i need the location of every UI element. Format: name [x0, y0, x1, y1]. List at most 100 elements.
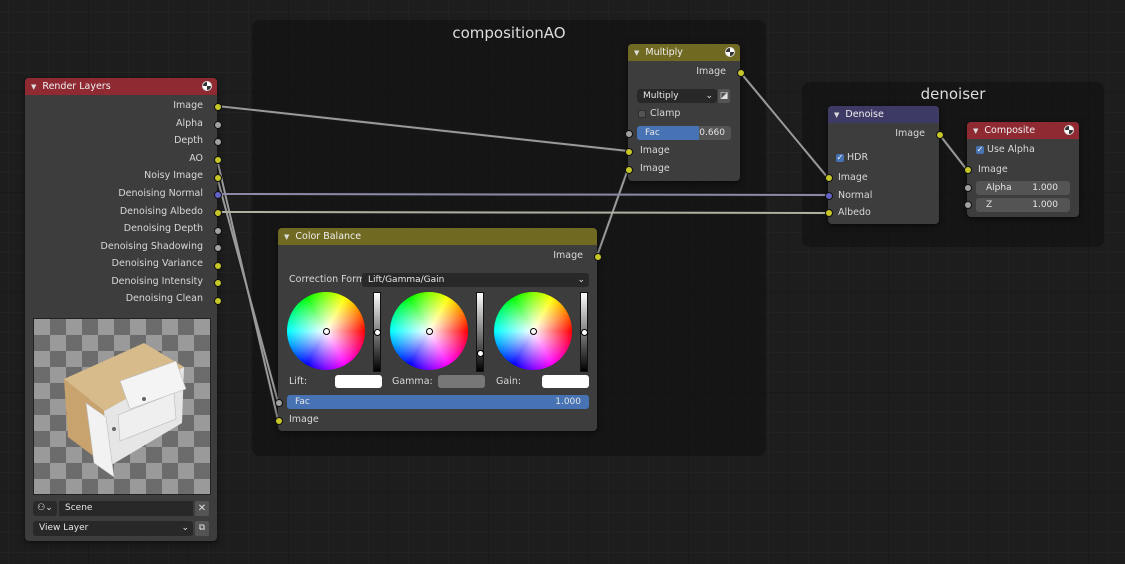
node-title: Render Layers — [42, 81, 111, 92]
hdr-checkbox[interactable]: ✓ — [836, 154, 844, 162]
socket-denoise-image-out[interactable] — [936, 131, 944, 139]
socket-denoising-normal-out[interactable] — [214, 191, 222, 199]
frame-title: denoiser — [920, 85, 986, 103]
scene-icon[interactable]: ⚇⌄ — [33, 501, 57, 516]
collapse-icon[interactable]: ▼ — [31, 83, 36, 91]
scene-field[interactable]: Scene — [59, 501, 193, 516]
multiply-header[interactable]: ▼ Multiply — [628, 44, 740, 61]
use-alpha-toggle-icon[interactable]: ◪ — [718, 89, 730, 103]
socket-denoising-variance-out[interactable] — [214, 262, 222, 270]
socket-color-balance-image-out[interactable] — [594, 253, 602, 261]
alpha-field[interactable]: Alpha 1.000 — [976, 181, 1070, 195]
alpha-value: 1.000 — [1032, 183, 1058, 193]
correction-formula-dropdown[interactable]: Lift/Gamma/Gain ⌄ — [362, 273, 589, 287]
output-denoising-depth-label: Denoising Depth — [123, 223, 203, 234]
socket-denoise-image-in[interactable] — [825, 174, 833, 182]
fac-slider[interactable]: Fac 0.660 — [637, 126, 731, 140]
output-denoising-variance-label: Denoising Variance — [111, 258, 203, 269]
socket-composite-alpha-in[interactable] — [964, 184, 972, 192]
composite-node[interactable]: ▼ Composite ✓ Use Alpha Image Alpha 1.00… — [967, 122, 1079, 217]
z-field[interactable]: Z 1.000 — [976, 198, 1070, 212]
gain-color-swatch[interactable] — [542, 375, 589, 388]
hdr-label: HDR — [847, 152, 869, 163]
gamma-wheel-cursor[interactable] — [426, 328, 433, 335]
lift-label: Lift: — [289, 376, 308, 387]
use-alpha-checkbox[interactable]: ✓ — [976, 146, 984, 154]
socket-multiply-image-2-in[interactable] — [625, 166, 633, 174]
socket-denoise-normal-in[interactable] — [825, 192, 833, 200]
blend-mode-dropdown[interactable]: Multiply ⌄ — [637, 89, 717, 103]
multiply-node[interactable]: ▼ Multiply Image Multiply ⌄ ◪ Clamp Fac … — [628, 44, 740, 181]
socket-denoising-depth-out[interactable] — [214, 227, 222, 235]
node-title: Denoise — [845, 109, 884, 120]
output-image-label: Image — [895, 128, 925, 139]
socket-denoising-shadowing-out[interactable] — [214, 244, 222, 252]
fac-label: Fac — [295, 397, 310, 407]
denoise-header[interactable]: ▼ Denoise — [828, 106, 939, 123]
clear-scene-icon[interactable]: ✕ — [195, 501, 209, 516]
input-image-2-label: Image — [640, 163, 670, 174]
use-alpha-label: Use Alpha — [987, 144, 1035, 155]
socket-alpha-out[interactable] — [214, 121, 222, 129]
socket-color-balance-fac-in[interactable] — [275, 399, 283, 407]
render-layers-node[interactable]: ▼ Render Layers Image Alpha Depth AO Noi… — [25, 78, 217, 541]
socket-composite-image-in[interactable] — [964, 166, 972, 174]
lift-color-swatch[interactable] — [335, 375, 382, 388]
socket-denoising-albedo-out[interactable] — [214, 209, 222, 217]
lift-wheel-cursor[interactable] — [323, 328, 330, 335]
composite-header[interactable]: ▼ Composite — [967, 122, 1079, 139]
view-layer-selector[interactable]: View Layer ⌄ ⧉ — [33, 521, 209, 536]
input-image-1-label: Image — [640, 145, 670, 156]
view-layer-label: View Layer — [39, 523, 89, 533]
socket-depth-out[interactable] — [214, 138, 222, 146]
collapse-icon[interactable]: ▼ — [973, 127, 978, 135]
fac-label: Fac — [645, 128, 660, 138]
view-layer-dropdown[interactable]: View Layer ⌄ — [33, 521, 193, 536]
lift-value-cursor[interactable] — [374, 329, 381, 336]
blend-mode-value: Multiply — [643, 91, 679, 101]
socket-image-out[interactable] — [214, 103, 222, 111]
output-noisy-image-label: Noisy Image — [144, 170, 203, 181]
color-balance-header[interactable]: ▼ Color Balance — [278, 228, 597, 245]
output-denoising-normal-label: Denoising Normal — [118, 188, 203, 199]
input-image-label: Image — [838, 172, 868, 183]
socket-composite-z-in[interactable] — [964, 201, 972, 209]
render-icon — [1064, 125, 1074, 135]
chevron-down-icon: ⌄ — [181, 523, 189, 533]
output-image-label: Image — [553, 250, 583, 261]
dresser-render — [64, 343, 187, 478]
fac-slider[interactable]: Fac 1.000 — [287, 395, 589, 409]
input-image-label: Image — [289, 414, 319, 425]
socket-noisy-image-out[interactable] — [214, 174, 222, 182]
collapse-icon[interactable]: ▼ — [634, 49, 639, 57]
gamma-value-cursor[interactable] — [477, 350, 484, 357]
socket-denoising-intensity-out[interactable] — [214, 279, 222, 287]
new-layer-icon[interactable]: ⧉ — [195, 521, 209, 536]
gain-wheel-cursor[interactable] — [530, 328, 537, 335]
node-title: Color Balance — [295, 231, 362, 242]
correction-formula-value: Lift/Gamma/Gain — [368, 275, 445, 285]
socket-ao-out[interactable] — [214, 156, 222, 164]
output-image-label: Image — [173, 100, 203, 111]
socket-denoising-clean-out[interactable] — [214, 297, 222, 305]
collapse-icon[interactable]: ▼ — [284, 233, 289, 241]
input-normal-label: Normal — [838, 190, 873, 201]
node-title: Multiply — [645, 47, 683, 58]
render-layers-header[interactable]: ▼ Render Layers — [25, 78, 217, 95]
gamma-value-slider[interactable] — [476, 292, 484, 372]
socket-multiply-image-out[interactable] — [737, 69, 745, 77]
clamp-checkbox[interactable] — [638, 110, 646, 118]
socket-multiply-image-1-in[interactable] — [625, 148, 633, 156]
render-icon — [725, 47, 735, 57]
alpha-label: Alpha — [986, 183, 1012, 193]
socket-multiply-fac-in[interactable] — [625, 130, 633, 138]
socket-color-balance-image-in[interactable] — [275, 417, 283, 425]
socket-denoise-albedo-in[interactable] — [825, 209, 833, 217]
output-depth-label: Depth — [174, 135, 203, 146]
denoise-node[interactable]: ▼ Denoise Image ✓ HDR Image Normal Albed… — [828, 106, 939, 224]
collapse-icon[interactable]: ▼ — [834, 111, 839, 119]
gamma-color-swatch[interactable] — [438, 375, 485, 388]
color-balance-node[interactable]: ▼ Color Balance Image Correction Form...… — [278, 228, 597, 431]
scene-selector[interactable]: ⚇⌄ Scene ✕ — [33, 501, 209, 516]
gain-value-cursor[interactable] — [581, 329, 588, 336]
